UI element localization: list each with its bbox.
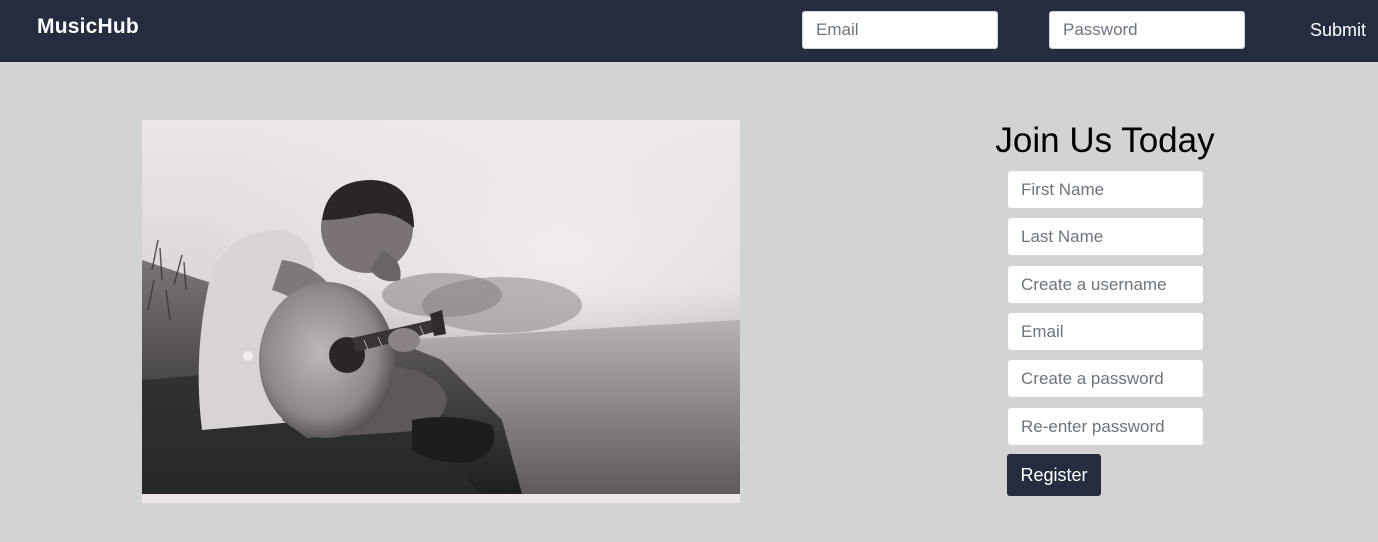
- create-password-input[interactable]: [1008, 360, 1203, 397]
- signup-email-input[interactable]: [1008, 313, 1203, 350]
- username-input[interactable]: [1008, 266, 1203, 303]
- navbar: MusicHub Submit: [0, 0, 1378, 62]
- login-submit-button[interactable]: Submit: [1298, 14, 1378, 46]
- brand-logo-text[interactable]: MusicHub: [37, 15, 139, 39]
- hero-image: [142, 120, 740, 494]
- confirm-password-input[interactable]: [1008, 408, 1203, 445]
- login-email-input[interactable]: [802, 11, 998, 49]
- last-name-input[interactable]: [1008, 218, 1203, 255]
- hero-photo-illustration: [142, 120, 740, 494]
- first-name-input[interactable]: [1008, 171, 1203, 208]
- hero-image-bottom-border: [142, 494, 740, 503]
- register-button[interactable]: Register: [1007, 454, 1101, 496]
- login-password-input[interactable]: [1049, 11, 1245, 49]
- signup-title: Join Us Today: [995, 121, 1215, 160]
